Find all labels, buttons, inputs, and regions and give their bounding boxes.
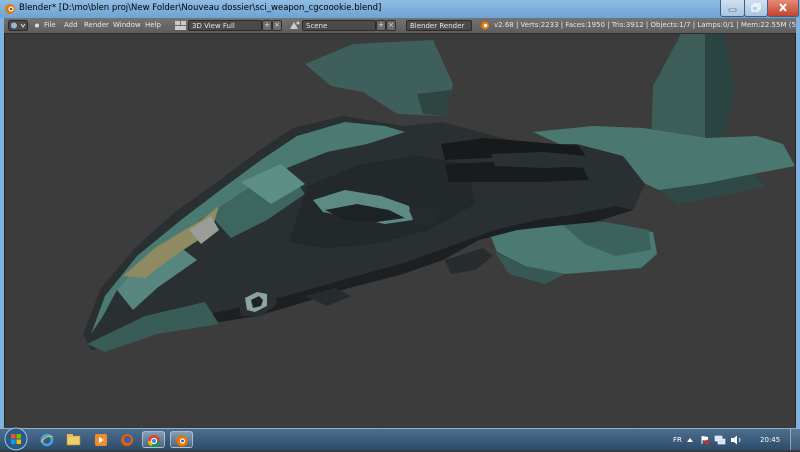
scene-icon[interactable]: [288, 20, 302, 31]
minimize-button[interactable]: [720, 0, 745, 17]
action-center-flag-icon[interactable]: [700, 435, 710, 445]
close-icon: [779, 3, 787, 12]
maximize-button[interactable]: [744, 0, 768, 17]
taskbar-ie-button[interactable]: [36, 431, 59, 448]
menu-add[interactable]: Add: [64, 18, 78, 33]
window-frame-right: [796, 18, 800, 428]
screen-layout-select[interactable]: 3D View Full: [188, 20, 262, 31]
windows-taskbar: FR 20:45: [0, 426, 800, 452]
blender-app-icon: [5, 4, 15, 14]
collapse-menu-icon[interactable]: [32, 20, 42, 31]
media-player-icon: [95, 434, 107, 446]
scene-statistics: v2.68 | Verts:2233 | Faces:1950 | Tris:3…: [494, 21, 796, 29]
menu-window[interactable]: Window: [113, 18, 141, 33]
blender-logo-icon: [481, 21, 489, 30]
show-desktop-button[interactable]: [790, 429, 800, 450]
internet-explorer-icon: [40, 433, 54, 447]
taskbar-media-button[interactable]: [90, 431, 113, 448]
spaceship-model[interactable]: [5, 34, 796, 426]
menu-render[interactable]: Render: [84, 18, 109, 33]
add-scene-button[interactable]: +: [376, 20, 386, 31]
chrome-icon: [148, 435, 160, 448]
network-icon[interactable]: [714, 435, 726, 445]
windows-orb-icon[interactable]: [3, 426, 29, 452]
editor-type-icon[interactable]: [8, 20, 28, 31]
window-title: Blender* [D:\mo\blen proj\New Folder\Nou…: [19, 3, 382, 13]
language-indicator[interactable]: FR: [673, 436, 682, 444]
info-header: File Add Render Window Help 3D View Full…: [4, 18, 796, 34]
taskbar-chrome-button[interactable]: [142, 431, 165, 448]
add-screen-button[interactable]: +: [262, 20, 272, 31]
3d-viewport[interactable]: [4, 34, 796, 426]
remove-screen-button[interactable]: ×: [272, 20, 282, 31]
remove-scene-button[interactable]: ×: [386, 20, 396, 31]
volume-icon[interactable]: [730, 435, 742, 445]
folder-icon: [66, 434, 81, 446]
taskbar-firefox-button[interactable]: [116, 431, 139, 448]
window-title-bar[interactable]: Blender* [D:\mo\blen proj\New Folder\Nou…: [0, 0, 800, 18]
restore-icon: [751, 3, 761, 12]
blender-icon: [176, 435, 188, 447]
close-button[interactable]: [767, 0, 799, 17]
menu-file[interactable]: File: [44, 18, 56, 33]
fin-top-right-shade: [705, 34, 735, 152]
taskbar-explorer-button[interactable]: [62, 431, 85, 448]
clock-time[interactable]: 20:45: [760, 436, 780, 444]
menu-help[interactable]: Help: [145, 18, 161, 33]
minimize-icon: [728, 8, 737, 12]
scene-select[interactable]: Scene: [302, 20, 376, 31]
show-hidden-icons-icon[interactable]: [686, 436, 694, 444]
screen-layout-icon[interactable]: [174, 20, 188, 31]
render-engine-select[interactable]: Blender Render: [406, 20, 472, 31]
taskbar-blender-button[interactable]: [170, 431, 193, 448]
firefox-icon: [121, 434, 133, 446]
